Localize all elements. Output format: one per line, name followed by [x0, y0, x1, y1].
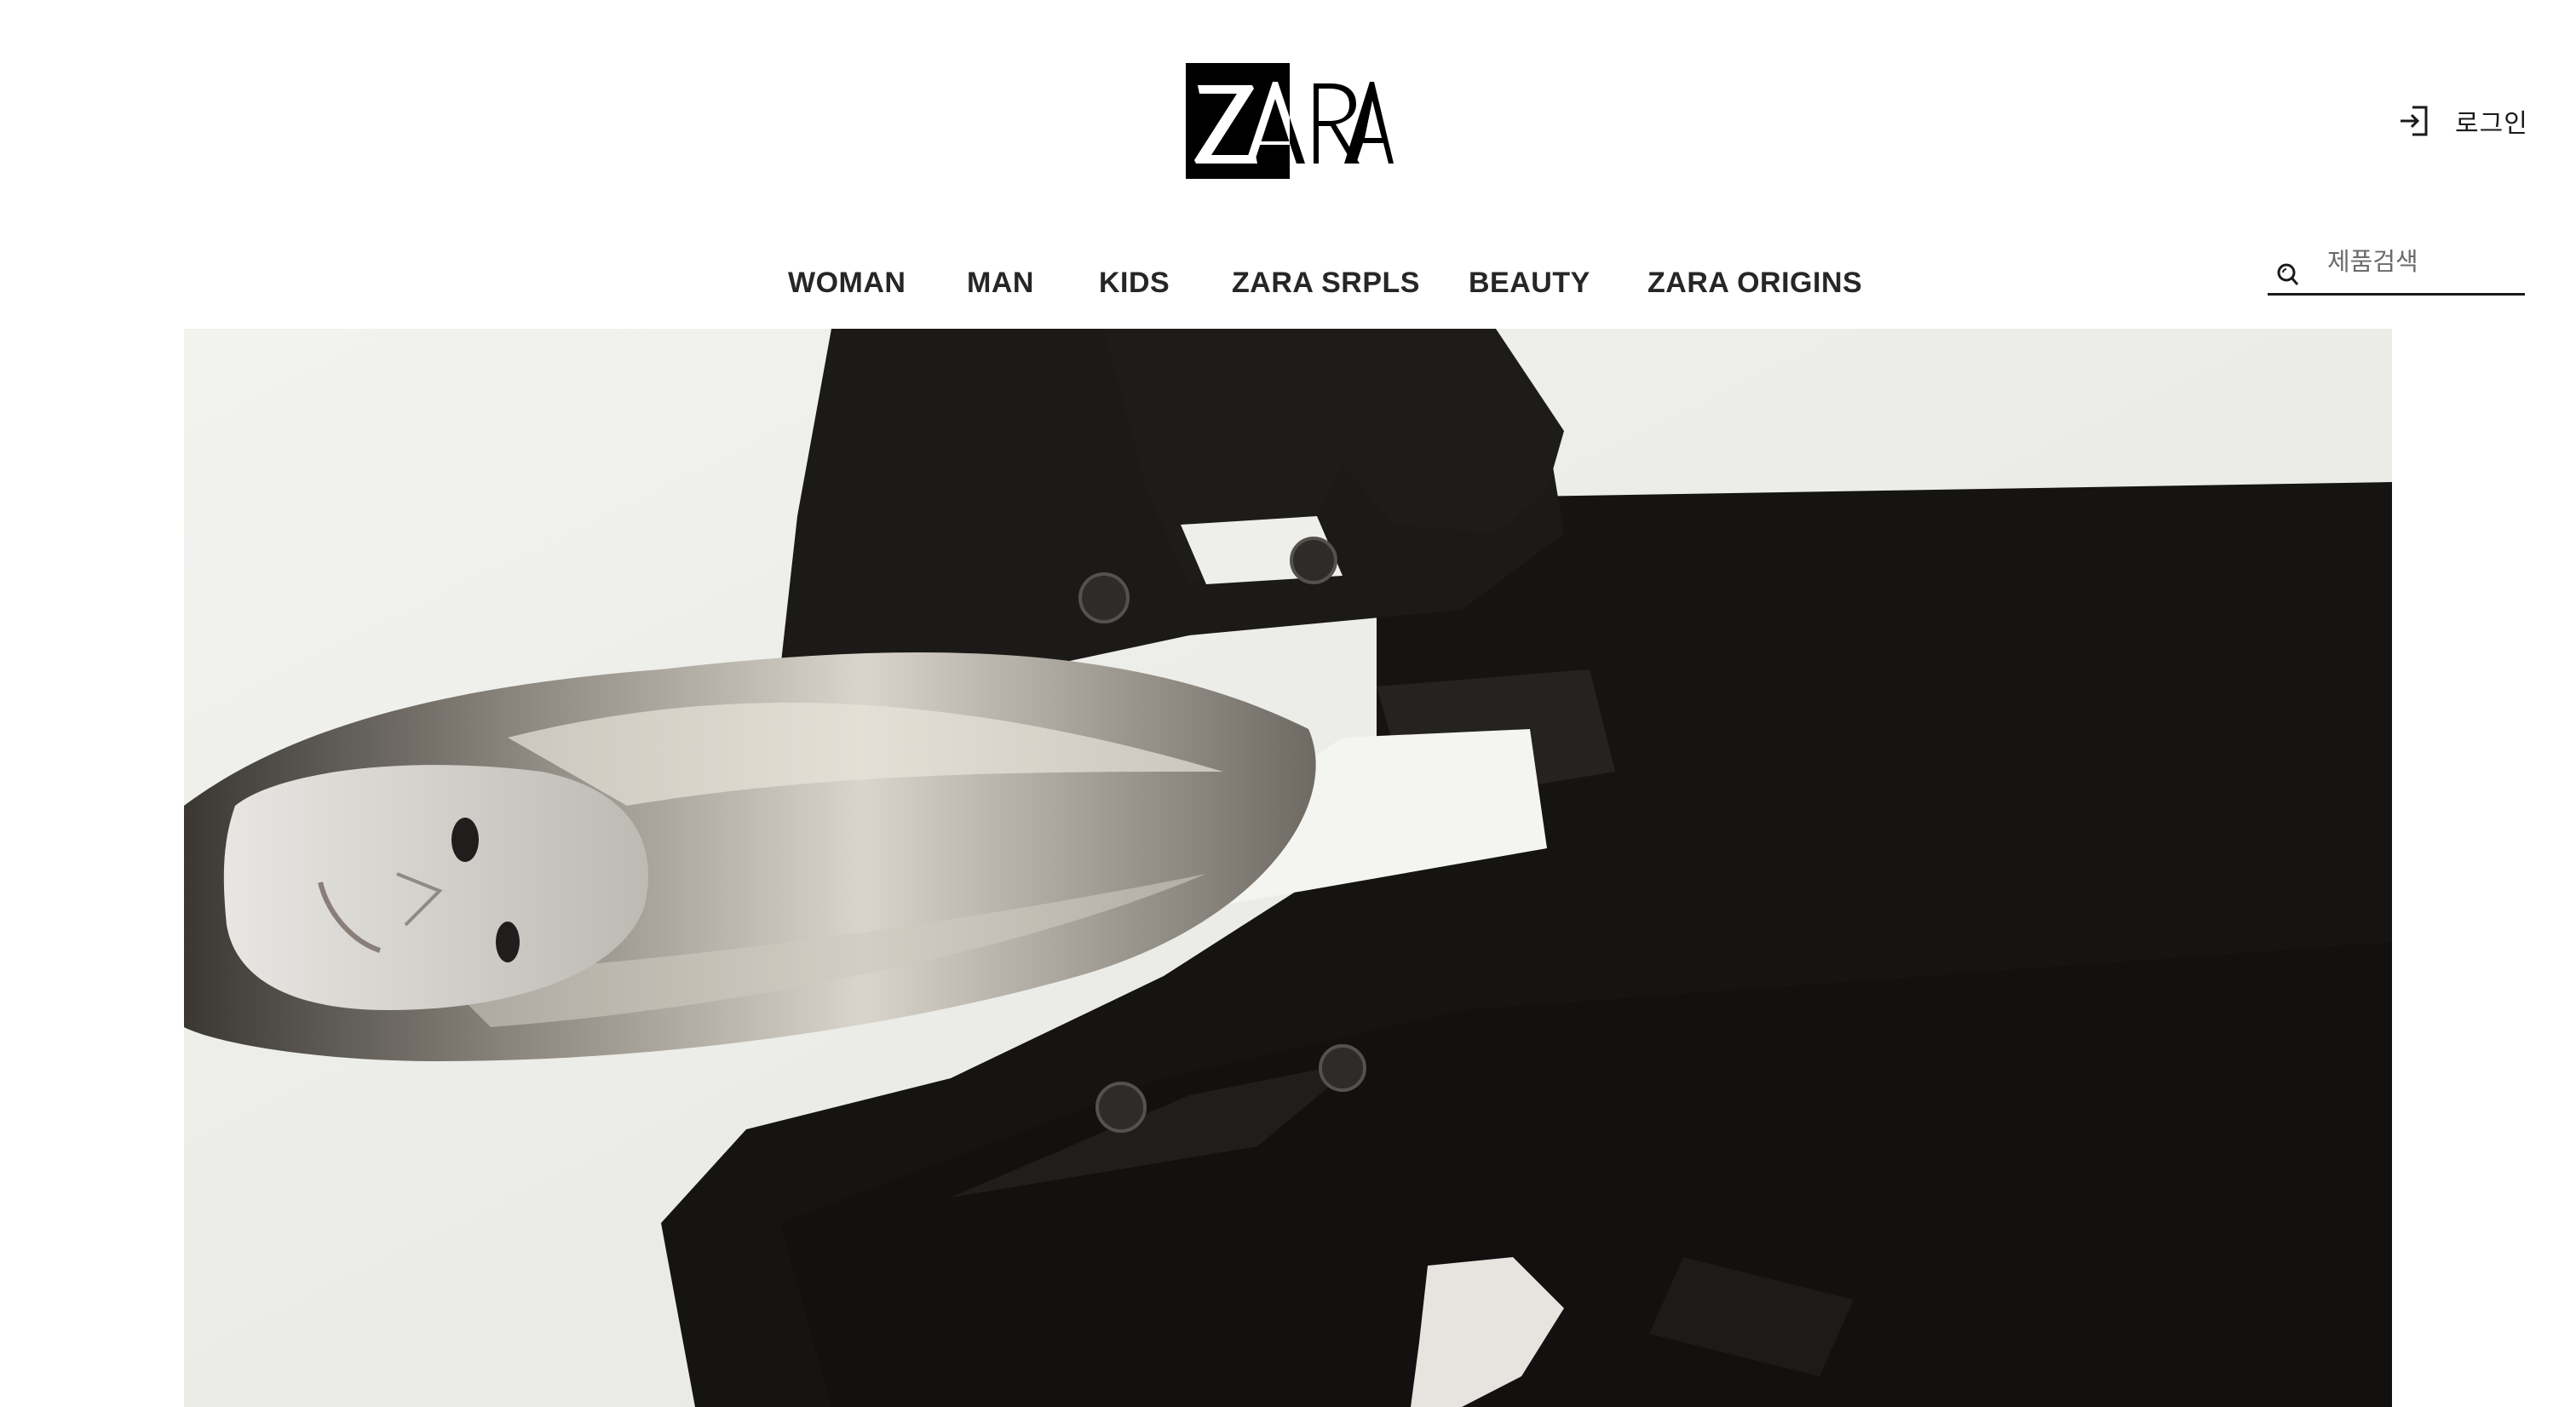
nav-item-beauty[interactable]: BEAUTY [1469, 257, 1590, 308]
zara-homepage: 로그인 WOMAN MAN KIDS ZARA SRPLS BEAUTY ZAR… [0, 0, 2576, 1407]
zara-logo[interactable] [1186, 63, 1394, 179]
hero-photo [184, 329, 2392, 1407]
logo-artwork [1186, 63, 1394, 179]
search-icon[interactable] [2274, 261, 2300, 287]
nav-item-woman[interactable]: WOMAN [788, 257, 906, 308]
nav-item-zara-srpls[interactable]: ZARA SRPLS [1232, 257, 1420, 308]
login-button[interactable]: 로그인 [2397, 99, 2528, 143]
search-box[interactable] [2268, 237, 2525, 296]
login-icon [2397, 102, 2431, 140]
main-nav: WOMAN MAN KIDS ZARA SRPLS BEAUTY ZARA OR… [0, 257, 2576, 308]
nav-item-kids[interactable]: KIDS [1099, 257, 1170, 308]
nav-item-man[interactable]: MAN [967, 257, 1034, 308]
login-label: 로그인 [2455, 109, 2528, 139]
search-input[interactable] [2327, 247, 2523, 276]
nav-item-zara-origins[interactable]: ZARA ORIGINS [1647, 257, 1862, 308]
hero-image[interactable] [184, 329, 2392, 1407]
